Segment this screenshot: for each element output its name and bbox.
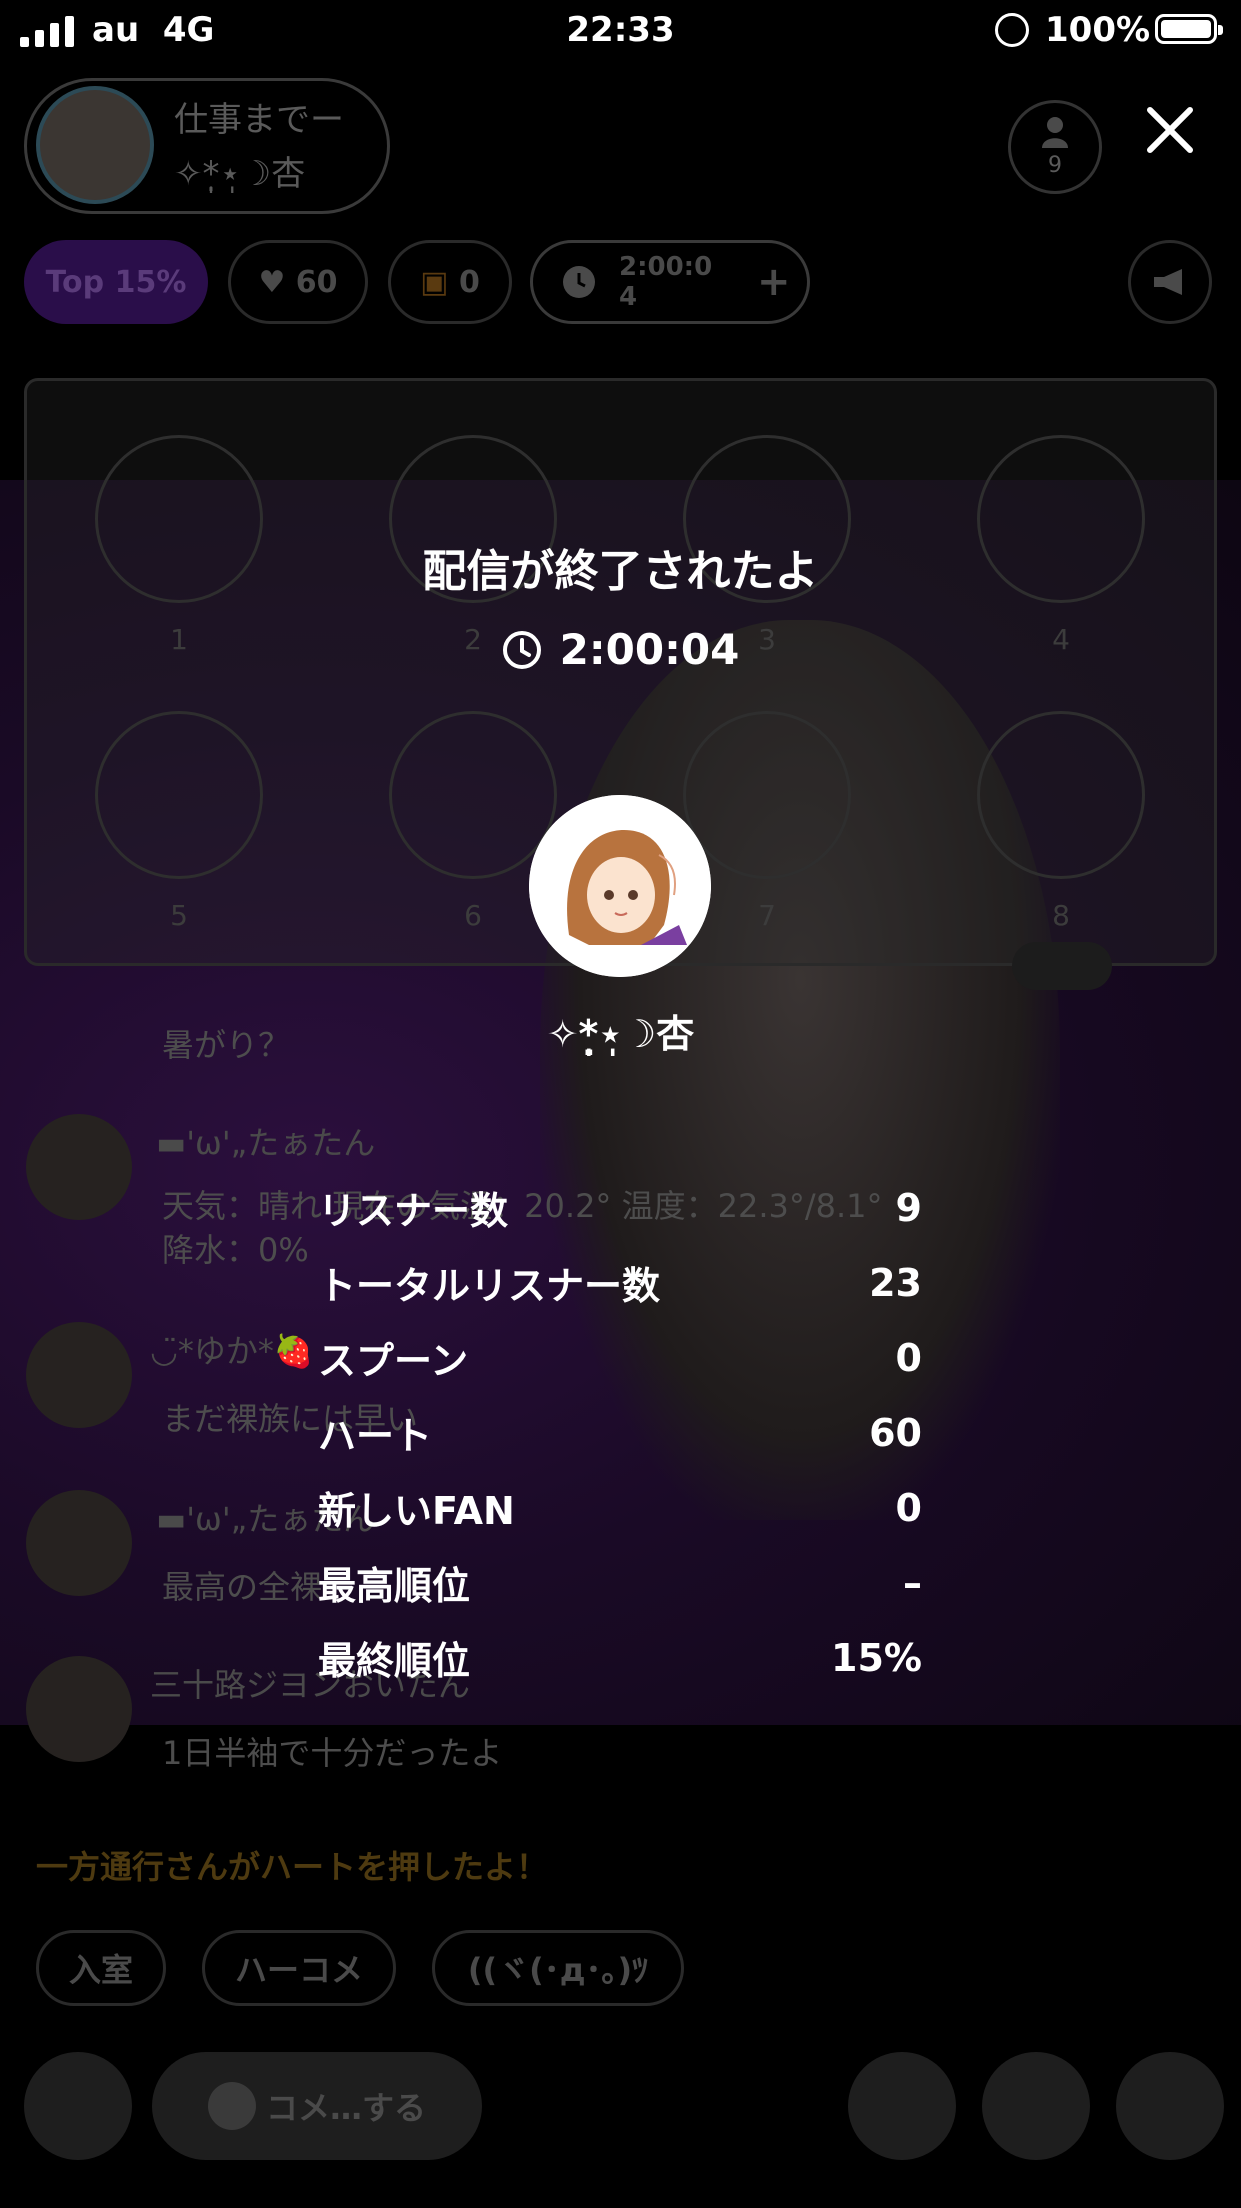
guest-slot[interactable] bbox=[977, 711, 1145, 879]
slot-number: 8 bbox=[1052, 899, 1070, 932]
chat-avatar[interactable] bbox=[26, 1656, 132, 1762]
megaphone-icon bbox=[1154, 269, 1182, 295]
slot-number: 5 bbox=[170, 899, 188, 932]
avatar-illustration bbox=[529, 795, 711, 977]
host-title: 仕事までー bbox=[174, 100, 344, 140]
dj-avatar bbox=[529, 795, 711, 977]
duration-text: 2:00:04 bbox=[559, 625, 740, 674]
host-name: ✧*̣̩⋆̩☽杏 bbox=[174, 154, 306, 194]
clock-icon bbox=[502, 630, 541, 669]
listener-count: 9 bbox=[1048, 153, 1062, 178]
timer-chip[interactable]: 2:00:0 4 + bbox=[530, 240, 810, 324]
broadcast-duration: 2:00:04 bbox=[0, 625, 1241, 674]
quick-reply-chip[interactable]: ((ヾ(･д･｡)ﾂ bbox=[432, 1930, 684, 2006]
stat-row-spoons: スプーン 0 bbox=[318, 1335, 922, 1384]
gift-icon: ▣ bbox=[420, 264, 459, 300]
collapse-panel-button[interactable] bbox=[1012, 942, 1112, 990]
mic-button[interactable] bbox=[982, 2052, 1090, 2160]
expand-button[interactable] bbox=[24, 2052, 132, 2160]
chat-username: ◡̈*ゆか*🍓 bbox=[150, 1332, 314, 1370]
person-icon bbox=[1042, 117, 1068, 148]
comment-icon bbox=[207, 2082, 256, 2130]
announcement-button[interactable] bbox=[1128, 240, 1212, 324]
stat-row-best-rank: 最高順位 – bbox=[318, 1560, 922, 1609]
status-bar: au 4G 22:33 100% bbox=[0, 0, 1241, 62]
stat-row-listeners: リスナー数 9 bbox=[318, 1185, 922, 1234]
stat-row-total-listeners: トータルリスナー数 23 bbox=[318, 1260, 922, 1309]
chat-avatar[interactable] bbox=[26, 1490, 132, 1596]
call-button[interactable] bbox=[848, 2052, 956, 2160]
clock-icon bbox=[563, 266, 595, 298]
host-avatar[interactable] bbox=[36, 86, 154, 204]
spoons-chip[interactable]: ▣ 0 bbox=[388, 240, 512, 324]
stat-row-hearts: ハート 60 bbox=[318, 1410, 922, 1459]
battery-icon bbox=[1155, 14, 1223, 44]
quick-reply-chip[interactable]: ハーコメ bbox=[202, 1930, 396, 2006]
heart-icon: ♥ bbox=[258, 264, 296, 300]
chat-message: 1日半袖で十分だったよ bbox=[162, 1734, 503, 1772]
heart-notice: 一方通行さんがハートを押したよ！ bbox=[36, 1848, 549, 1886]
close-icon[interactable] bbox=[1140, 100, 1200, 160]
add-time-icon[interactable]: + bbox=[757, 259, 791, 305]
comment-button[interactable]: コメ…する bbox=[152, 2052, 482, 2160]
battery-percent: 100% bbox=[1045, 10, 1151, 50]
rotation-lock-icon bbox=[995, 13, 1029, 47]
chat-message: 最高の全裸 bbox=[162, 1568, 323, 1606]
stat-row-new-fans: 新しいFAN 0 bbox=[318, 1485, 922, 1534]
guest-slot[interactable] bbox=[95, 711, 263, 879]
guest-slot[interactable] bbox=[683, 711, 851, 879]
quick-reply-chip[interactable]: 入室 bbox=[36, 1930, 166, 2006]
stat-row-final-rank: 最終順位 15% bbox=[318, 1635, 922, 1684]
dj-name: ✧*̣̩⋆̩☽杏 bbox=[546, 1012, 695, 1056]
chat-avatar[interactable] bbox=[26, 1114, 132, 1220]
listener-count-button[interactable]: 9 bbox=[1008, 100, 1102, 194]
hearts-chip[interactable]: ♥ 60 bbox=[228, 240, 368, 324]
guest-slot[interactable] bbox=[389, 711, 557, 879]
chat-username: ▬'ω'„たぁたん bbox=[156, 1124, 376, 1162]
broadcast-ended-title: 配信が終了されたよ bbox=[422, 546, 819, 597]
broadcast-stats: リスナー数 9 トータルリスナー数 23 スプーン 0 ハート 60 新しいFAN 0 最… bbox=[318, 1170, 922, 1695]
rank-chip[interactable]: Top 15% bbox=[24, 240, 208, 324]
chat-avatar[interactable] bbox=[26, 1322, 132, 1428]
freeze-button[interactable] bbox=[1116, 2052, 1224, 2160]
